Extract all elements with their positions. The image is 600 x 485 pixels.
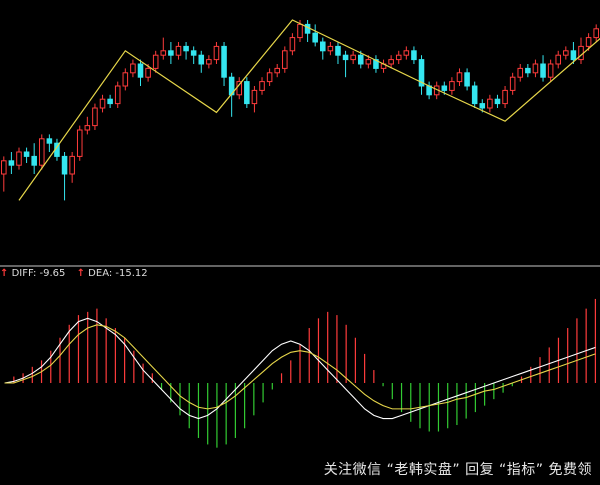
candle-body	[160, 50, 167, 56]
candle-body	[449, 81, 455, 91]
trend-line	[18, 19, 600, 201]
candle-body	[388, 59, 394, 65]
candle-body	[23, 151, 30, 157]
candle-body	[342, 54, 349, 61]
candle-body	[206, 59, 212, 65]
candle-body	[570, 50, 577, 61]
candle-body	[137, 63, 144, 78]
candle-body	[31, 155, 37, 166]
candle-body	[312, 32, 318, 43]
candle-body	[175, 45, 182, 56]
candle-body	[555, 54, 562, 65]
watermark-text: 关注微信 “老韩实盘” 回复 “指标” 免费领	[323, 462, 592, 478]
indicator-legend: ↑ DIFF: -9.65 ↑ DEA: -15.12	[0, 268, 148, 279]
candle-body	[593, 28, 599, 39]
candle-body	[259, 81, 265, 91]
candle-body	[563, 50, 569, 56]
candle-body	[1, 160, 7, 175]
candle-body	[327, 45, 334, 52]
candle-body	[456, 72, 463, 83]
candle-body	[221, 45, 227, 78]
candle-body	[16, 151, 22, 166]
diff-label: DIFF	[11, 268, 33, 279]
candle-body	[395, 54, 402, 61]
candle-body	[540, 63, 546, 78]
candle-body	[46, 138, 53, 144]
candle-body	[578, 45, 584, 61]
candle-body	[84, 125, 91, 131]
candle-body	[487, 98, 493, 109]
diff-up-arrow-icon: ↑	[0, 268, 9, 279]
candle-body	[282, 50, 288, 69]
candle-body	[585, 37, 592, 47]
dea-label: DEA	[88, 268, 109, 279]
candle-body	[289, 37, 296, 52]
candle-body	[297, 23, 303, 39]
candle-body	[304, 23, 311, 34]
candle-body	[274, 67, 280, 74]
candle-body	[471, 85, 478, 105]
candle-body	[145, 67, 151, 78]
chart-stage: ↑ DIFF: -9.65 ↑ DEA: -15.12 关注微信 “老韩实盘” …	[0, 0, 600, 485]
candle-body	[320, 41, 326, 52]
candle-body	[198, 54, 205, 65]
candle-body	[502, 89, 508, 105]
candle-body	[494, 98, 501, 105]
candle-body	[122, 72, 129, 87]
candle-body	[525, 67, 531, 74]
candle-body	[107, 98, 113, 105]
candle-body	[350, 54, 356, 61]
candle-body	[92, 107, 98, 127]
candle-body	[168, 50, 174, 56]
candle-body	[213, 45, 220, 61]
candle-body	[403, 50, 410, 56]
candle-body	[335, 45, 341, 56]
candle-body	[509, 76, 516, 91]
candle-body	[532, 63, 539, 74]
candle-body	[365, 59, 372, 65]
candle-body	[357, 54, 364, 65]
candle-body	[114, 85, 121, 105]
candle-body	[464, 72, 470, 87]
candle-body	[8, 160, 15, 166]
candle-body	[130, 63, 136, 74]
macd-pane	[4, 298, 596, 448]
candle-body	[266, 72, 273, 83]
candle-body	[152, 54, 159, 69]
dea-value: -15.12	[115, 268, 148, 279]
price-pane	[1, 19, 600, 201]
candle-body	[244, 81, 250, 105]
candle-body	[183, 45, 189, 52]
candle-body	[190, 50, 197, 56]
candle-body	[479, 103, 486, 109]
candle-body	[251, 89, 258, 105]
candle-body	[69, 155, 75, 175]
dea-up-arrow-icon: ↑	[76, 268, 85, 279]
diff-value: -9.65	[39, 268, 66, 279]
candle-body	[61, 155, 68, 175]
candle-body	[76, 129, 83, 157]
candle-body	[517, 67, 524, 78]
candle-body	[441, 85, 448, 91]
candle-body	[99, 98, 106, 109]
macd-chart	[0, 19, 600, 448]
candle-body	[411, 50, 417, 61]
candle-body	[38, 138, 45, 166]
candle-body	[547, 63, 554, 78]
